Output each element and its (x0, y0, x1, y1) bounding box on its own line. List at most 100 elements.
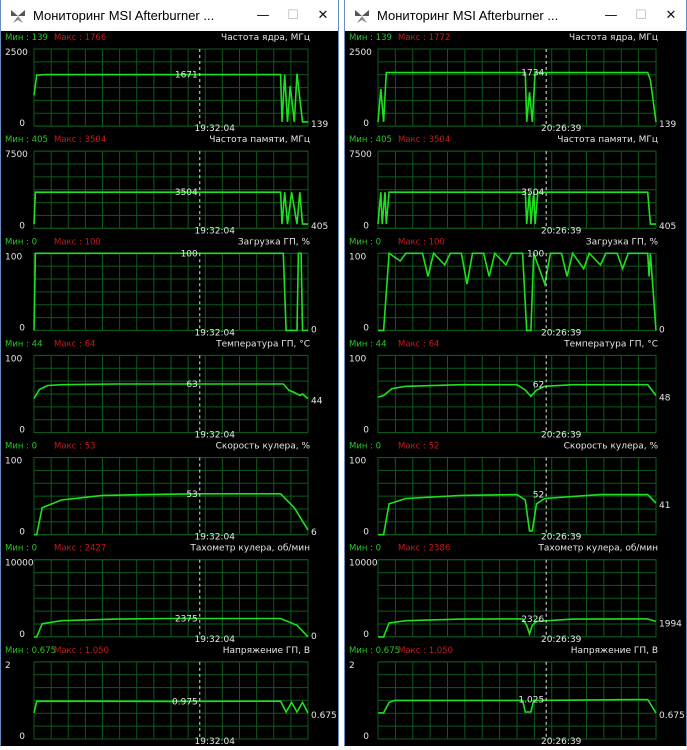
graph-panel: Мин : 405 Макс : 3504 Частота памяти, МГц 7… (5, 135, 328, 236)
graph-panel: Мин : 139 Макс : 1766 Частота ядра, МГц 250… (5, 33, 328, 134)
y-min-label: 0 (19, 426, 25, 436)
last-value: 0 (659, 325, 665, 335)
timestamp: 20:26:39 (541, 431, 582, 441)
graph-title: Частота памяти, МГц (557, 135, 658, 145)
graph-panel: Мин : 0 Макс : 2386 Тахометр кулера, об/ми… (349, 544, 682, 645)
graph-title: Температура ГП, °С (215, 339, 310, 349)
graph-title: Напряжение ГП, В (223, 646, 310, 656)
marker-value: 1734 (521, 69, 544, 79)
graph-panel: Мин : 0.675Макс : 1.050 Напряжение ГП, В 2… (349, 646, 685, 747)
graph-area[interactable]: Мин : 139 Макс : 1772 Частота ядра, МГц 250… (345, 31, 686, 747)
graph-panel: Мин : 139 Макс : 1772 Частота ядра, МГц 250… (349, 33, 676, 134)
timestamp: 20:26:39 (541, 328, 582, 338)
graph-panel: Мин : 0 Макс : 100 Загрузка ГП, % 100 0 100 0 2… (349, 237, 665, 338)
y-max-label: 2 (5, 661, 11, 671)
afterburner-icon (11, 9, 25, 23)
min-label: Мин : 405 (349, 135, 392, 145)
timestamp: 19:32:04 (195, 533, 236, 543)
timestamp: 19:32:04 (195, 328, 236, 338)
graph-panel: Мин : 0 Макс : 2427 Тахометр кулера, об/ми… (5, 544, 317, 645)
min-label: Мин : 0 (5, 237, 37, 247)
marker-value: 53 (186, 490, 197, 500)
timestamp: 19:32:04 (195, 124, 236, 134)
last-value: 139 (659, 120, 676, 130)
last-value: 0 (311, 632, 317, 642)
timestamp: 20:26:39 (541, 226, 582, 236)
graph-panel: Мин : 0 Макс : 100 Загрузка ГП, % 100 0 100 0 1… (5, 237, 317, 338)
y-max-label: 100 (5, 252, 22, 262)
minimize-button[interactable]: — (596, 0, 626, 31)
title-bar[interactable]: Мониторинг MSI Afterburner ... — ☐ ✕ (1, 0, 338, 31)
last-value: 405 (659, 222, 676, 232)
y-max-label: 10000 (349, 559, 378, 569)
graphs-svg: Мин : 139 Макс : 1772 Частота ядра, МГц 250… (349, 33, 685, 747)
marker-value: 100 (527, 249, 544, 259)
last-value: 139 (311, 120, 328, 130)
y-min-label: 0 (19, 528, 25, 538)
min-label: Мин : 0 (5, 442, 37, 452)
marker-value: 2375 (175, 615, 198, 625)
marker-value: 1671 (175, 71, 198, 81)
marker-value: 1.025 (518, 695, 544, 705)
graph-title: Скорость кулера, % (216, 442, 311, 452)
last-value: 0.675 (311, 711, 337, 721)
max-label: Макс : 100 (398, 237, 445, 247)
y-min-label: 0 (363, 528, 369, 538)
timestamp: 20:26:39 (541, 124, 582, 134)
y-max-label: 7500 (5, 150, 28, 160)
max-label: Макс : 52 (398, 442, 439, 452)
marker-value: 2326 (521, 615, 544, 625)
graph-panel: Мин : 44 Макс : 64 Температура ГП, °С 100 0 6… (349, 339, 671, 440)
window-title: Мониторинг MSI Afterburner ... (377, 8, 559, 23)
last-value: 1994 (659, 619, 682, 629)
last-value: 0.675 (659, 711, 685, 721)
min-label: Мин : 405 (5, 135, 48, 145)
graph-title: Тахометр кулера, об/мин (537, 544, 658, 554)
max-label: Макс : 64 (54, 339, 95, 349)
timestamp: 19:32:04 (195, 737, 236, 746)
min-label: Мин : 44 (349, 339, 387, 349)
graph-panel: Мин : 0.675Макс : 1.050 Напряжение ГП, В 2… (5, 646, 337, 747)
y-min-label: 0 (19, 323, 25, 333)
y-min-label: 0 (363, 221, 369, 231)
y-max-label: 100 (5, 354, 22, 364)
min-label: Мин : 139 (349, 33, 392, 43)
graph-title: Частота ядра, МГц (221, 33, 310, 43)
minimize-icon: — (256, 8, 270, 23)
y-min-label: 0 (19, 119, 25, 129)
max-label: Макс : 53 (54, 442, 95, 452)
timestamp: 19:32:04 (195, 635, 236, 645)
maximize-button: ☐ (626, 0, 656, 31)
max-label: Макс : 1772 (398, 33, 450, 43)
timestamp: 20:26:39 (541, 635, 582, 645)
marker-value: 3504 (175, 188, 198, 198)
monitor-window-1: Мониторинг MSI Afterburner ... — ☐ ✕ Мин… (0, 0, 339, 747)
marker-value: 52 (533, 491, 544, 501)
max-label: Макс : 3504 (54, 135, 106, 145)
title-bar[interactable]: Мониторинг MSI Afterburner ... — ☐ ✕ (345, 0, 686, 31)
monitor-window-2: Мониторинг MSI Afterburner ... — ☐ ✕ Мин… (344, 0, 687, 747)
min-label: Мин : 0 (349, 442, 381, 452)
min-label: Мин : 0 (349, 544, 381, 554)
min-label: Мин : 44 (5, 339, 43, 349)
y-min-label: 0 (19, 221, 25, 231)
y-max-label: 2500 (349, 48, 372, 58)
max-label: Макс : 2386 (398, 544, 450, 554)
graph-panel: Мин : 44 Макс : 64 Температура ГП, °С 100 0 6… (5, 339, 323, 440)
marker-value: 62 (533, 381, 544, 391)
graph-title: Загрузка ГП, % (586, 237, 659, 247)
minimize-button[interactable]: — (248, 0, 278, 31)
timestamp: 20:26:39 (541, 533, 582, 543)
y-max-label: 2 (349, 661, 355, 671)
graph-area[interactable]: Мин : 139 Макс : 1766 Частота ядра, МГц 250… (1, 31, 338, 747)
close-icon: ✕ (665, 8, 677, 23)
min-label: Мин : 139 (5, 33, 48, 43)
marker-value: 0.975 (172, 697, 198, 707)
y-max-label: 7500 (349, 150, 372, 160)
y-min-label: 0 (363, 630, 369, 640)
close-button[interactable]: ✕ (656, 0, 686, 31)
max-label: Макс : 64 (398, 339, 439, 349)
min-label: Мин : 0 (349, 237, 381, 247)
close-button[interactable]: ✕ (308, 0, 338, 31)
y-max-label: 100 (349, 457, 366, 467)
